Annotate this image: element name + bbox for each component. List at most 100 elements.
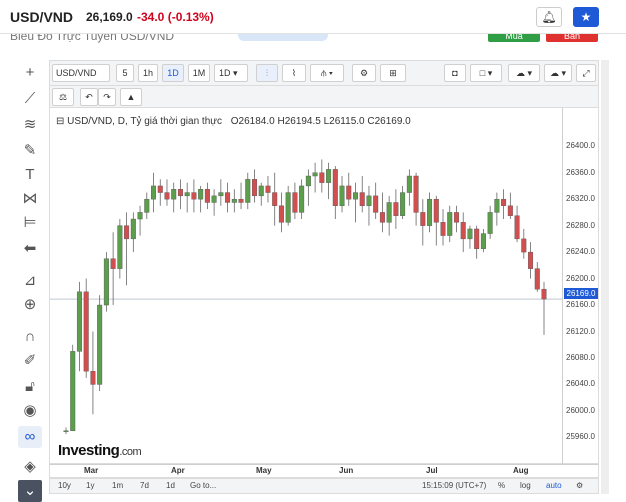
- chevron-down-icon[interactable]: ⌄: [18, 480, 42, 502]
- indicators-icon[interactable]: ⫛ ▾: [310, 64, 344, 82]
- y-tick: 26240.0: [566, 247, 595, 257]
- y-tick: 26280.0: [566, 220, 595, 230]
- y-tick: 26080.0: [566, 352, 595, 362]
- candle-body: [487, 212, 493, 234]
- candle-body: [373, 195, 379, 213]
- range-1d[interactable]: 1d: [166, 481, 175, 490]
- lock-pencil-icon[interactable]: ✐: [18, 350, 42, 372]
- undo-icon[interactable]: ↶: [80, 88, 98, 106]
- alert-plus-icon[interactable]: ▲: [120, 88, 142, 106]
- pattern-icon[interactable]: ⋈: [18, 188, 42, 210]
- text-icon[interactable]: T: [18, 164, 42, 186]
- ruler-icon[interactable]: ⊿: [18, 270, 42, 292]
- line-chart-icon[interactable]: ⌇: [282, 64, 306, 82]
- candle-body: [366, 195, 372, 206]
- chart-area[interactable]: ⊟ USD/VND, D, Tỷ giá thời gian thực O261…: [49, 108, 599, 464]
- header-underlay: Biểu Đồ Trực Tuyến USD/VND Mua Bán: [0, 34, 626, 44]
- back-arrow-icon[interactable]: ⬅: [18, 238, 42, 260]
- camera-icon[interactable]: ◘: [444, 64, 466, 82]
- x-tick-mar: Mar: [84, 466, 99, 475]
- layers-icon[interactable]: ◈: [18, 456, 42, 478]
- eye-icon[interactable]: ◉: [18, 400, 42, 422]
- auto-toggle[interactable]: auto: [546, 481, 562, 490]
- candle-body: [130, 218, 136, 240]
- candle-body: [339, 185, 345, 206]
- axis-settings-icon[interactable]: ⚙: [576, 481, 583, 490]
- color-select[interactable]: □ ▾: [470, 64, 502, 82]
- range-10y[interactable]: 10y: [58, 481, 71, 490]
- x-tick-may: May: [256, 466, 272, 475]
- brush-icon[interactable]: ✎: [18, 140, 42, 162]
- candle-body: [272, 192, 278, 206]
- legend-low: L26115.0: [323, 116, 365, 127]
- interval-1d[interactable]: 1D: [162, 64, 184, 82]
- trendline-icon[interactable]: ⟋: [18, 88, 42, 110]
- crosshair-icon[interactable]: +: [18, 62, 42, 84]
- candle-body: [285, 192, 291, 223]
- bell-plus-icon: 🔔︎: [541, 10, 557, 24]
- candle-body: [252, 179, 258, 197]
- candle-body: [379, 212, 385, 223]
- interval-1m[interactable]: 1M: [188, 64, 210, 82]
- zoom-in-icon[interactable]: ⊕: [18, 294, 42, 316]
- magnet-icon[interactable]: ∩: [18, 326, 42, 348]
- interval-5[interactable]: 5: [116, 64, 134, 82]
- candle-body: [400, 192, 406, 216]
- candle-body: [393, 202, 399, 216]
- candle-body: [258, 185, 264, 197]
- measure-icon[interactable]: ⊨: [18, 212, 42, 234]
- cloud-download-icon[interactable]: ☁ ▾: [508, 64, 540, 82]
- candle-body: [420, 212, 426, 226]
- page-scrollbar[interactable]: [601, 60, 609, 494]
- y-axis-line: [562, 108, 563, 464]
- candles-icon[interactable]: ⫶: [256, 64, 278, 82]
- cloud-upload-icon[interactable]: ☁ ▾: [544, 64, 572, 82]
- candle-body: [97, 304, 103, 385]
- scale-icon[interactable]: ⚖: [52, 88, 74, 106]
- sell-button[interactable]: Bán: [546, 34, 598, 42]
- compare-icon[interactable]: ⊞: [380, 64, 406, 82]
- candle-body: [184, 192, 190, 197]
- lock-icon[interactable]: 🔓︎: [18, 376, 42, 398]
- y-tick: 26320.0: [566, 194, 595, 204]
- range-1m[interactable]: 1m: [112, 481, 123, 490]
- candle-body: [359, 192, 365, 206]
- x-axis: Mar Apr May Jun Jul Aug: [49, 464, 599, 478]
- buy-button[interactable]: Mua: [488, 34, 540, 42]
- fib-icon[interactable]: ≋: [18, 114, 42, 136]
- percent-toggle[interactable]: %: [498, 481, 505, 490]
- candle-body: [211, 195, 217, 203]
- candle-body: [447, 212, 453, 236]
- candle-body: [541, 288, 547, 300]
- y-tick: 26040.0: [566, 379, 595, 389]
- link-icon[interactable]: ∞: [18, 426, 42, 448]
- investing-logo: Investing.com: [58, 442, 142, 459]
- alert-button[interactable]: 🔔︎: [536, 7, 562, 27]
- candle-body: [198, 189, 204, 200]
- y-tick: 26000.0: [566, 405, 595, 415]
- goto-button[interactable]: Go to...: [190, 481, 216, 490]
- settings-icon[interactable]: ⚙: [352, 64, 376, 82]
- clock-time: 15:15:09 (UTC+7): [422, 481, 487, 490]
- candle-body: [521, 238, 527, 253]
- candle-body: [352, 192, 358, 200]
- promo-pill: [238, 34, 328, 41]
- log-toggle[interactable]: log: [520, 481, 531, 490]
- ticker-symbol: USD/VND: [10, 9, 74, 25]
- range-1y[interactable]: 1y: [86, 481, 94, 490]
- collapse-icon[interactable]: ⊟: [56, 116, 64, 127]
- candle-body: [151, 185, 157, 200]
- candle-body: [433, 198, 439, 223]
- range-7d[interactable]: 7d: [140, 481, 149, 490]
- interval-select[interactable]: 1D ▾: [214, 64, 248, 82]
- candle-body: [164, 192, 170, 200]
- interval-1h[interactable]: 1h: [138, 64, 158, 82]
- redo-icon[interactable]: ↷: [98, 88, 116, 106]
- watchlist-star-button[interactable]: ★: [573, 7, 599, 27]
- candle-body: [514, 215, 520, 240]
- chart-toolbar-secondary: ⚖ ↶ ↷ ▲: [49, 86, 599, 108]
- symbol-search[interactable]: USD/VND: [52, 64, 110, 82]
- candle-body: [528, 251, 534, 269]
- fullscreen-icon[interactable]: ⤢: [576, 64, 596, 82]
- candle-body: [204, 189, 210, 203]
